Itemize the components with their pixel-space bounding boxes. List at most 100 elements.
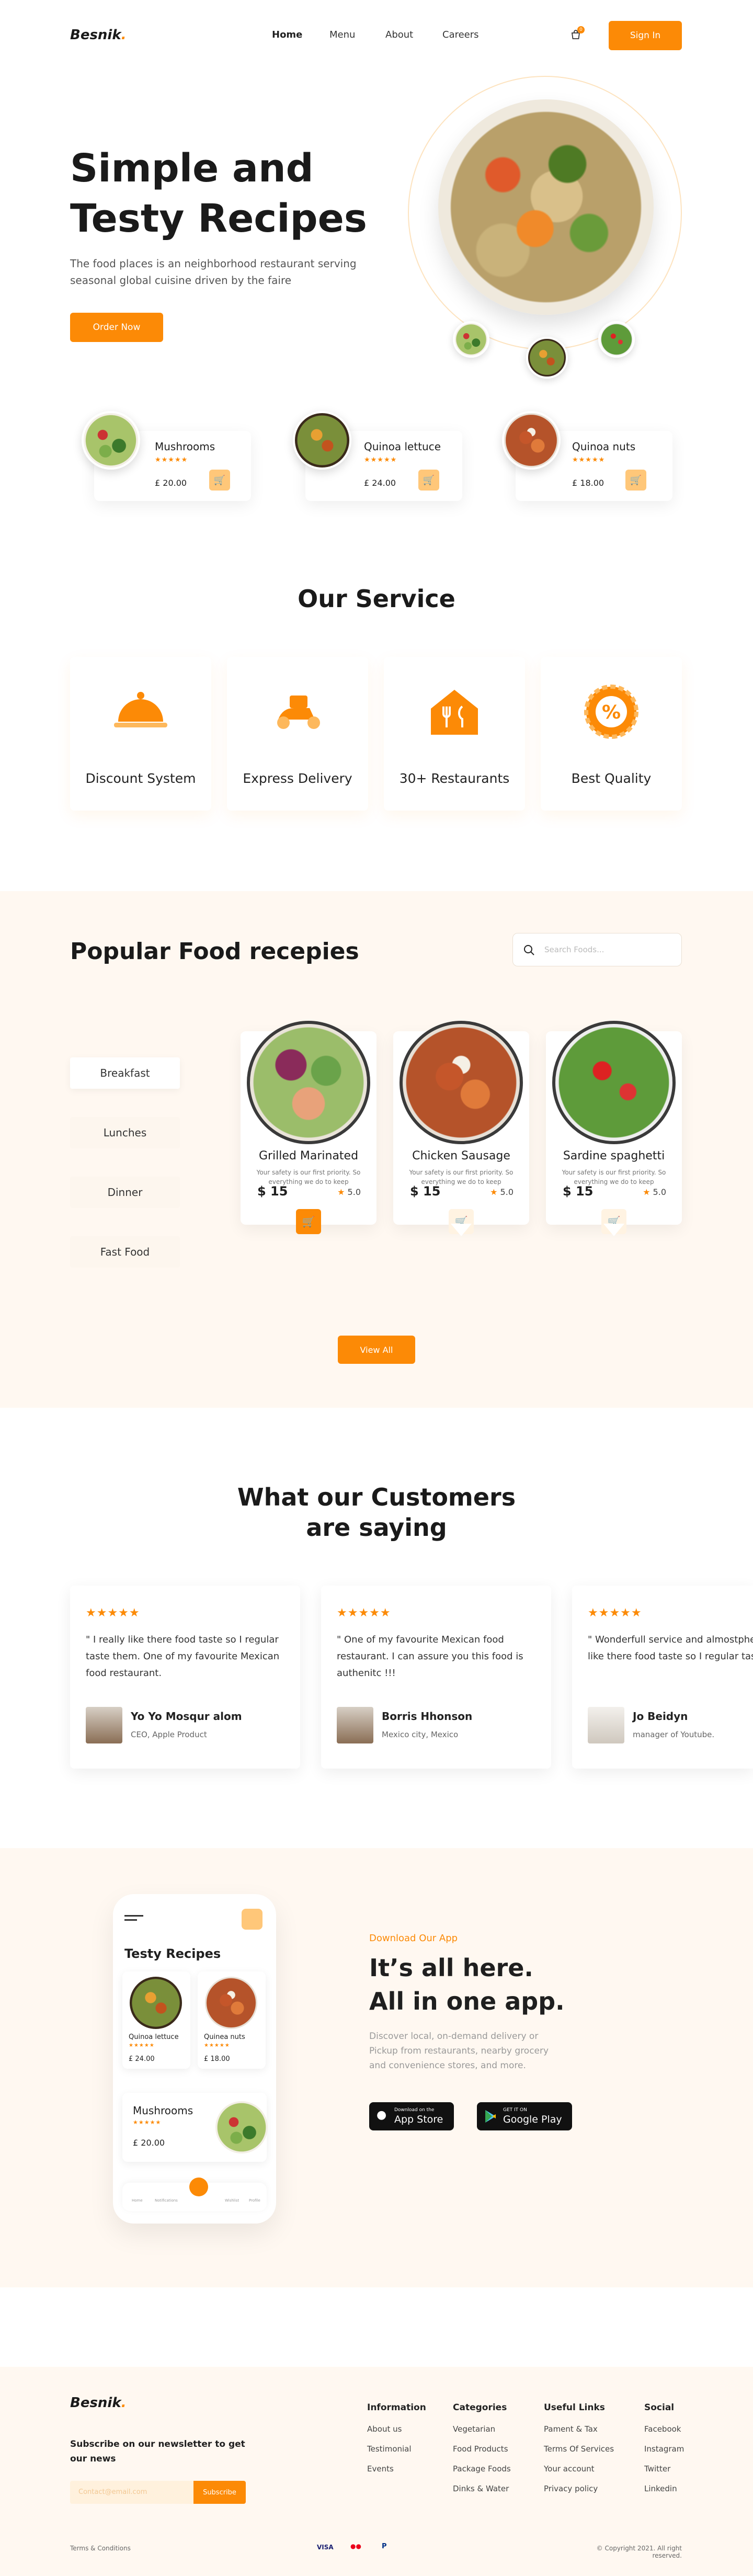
search-input[interactable]: Search Foods... [512, 933, 682, 966]
phone-title: Testy Recipes [124, 1946, 221, 1961]
footer-col-information: Information About us Testimonial Events [367, 2402, 426, 2479]
view-all-button[interactable]: View All [338, 1336, 415, 1364]
search-placeholder: Search Foods... [544, 945, 604, 954]
newsletter-line2: our news [70, 2454, 116, 2464]
footer-col-title: Useful Links [544, 2402, 605, 2413]
phone-card-name: Quinoa lettuce [129, 2033, 179, 2041]
mini-card-stars: ★★★★★ [572, 456, 606, 464]
newsletter-line1: Subscribe on our newsletter to get [70, 2439, 245, 2449]
footer-link[interactable]: Dinks & Water [453, 2479, 511, 2499]
mini-card-image [293, 411, 351, 470]
logo[interactable]: Besnik. [70, 27, 127, 43]
cart-icon[interactable]: 0 [570, 26, 585, 41]
mini-card-name: Quinoa lettuce [364, 440, 441, 453]
subscribe-button[interactable]: Subscribe [193, 2481, 246, 2504]
testimonial-card: ★★★★★ " Wonderfull service and almostphe… [572, 1586, 753, 1769]
card-pointer [451, 1224, 472, 1236]
tab-breakfast[interactable]: Breakfast [70, 1057, 180, 1089]
services-title: Our Service [298, 585, 455, 613]
nav-about[interactable]: About [385, 29, 413, 40]
food-card-rating: ★ 5.0 [643, 1187, 666, 1197]
food-card-rating: ★ 5.0 [490, 1187, 514, 1197]
food-card-price: $ 15 [410, 1184, 441, 1199]
mini-card-price: £ 24.00 [364, 478, 396, 488]
add-to-cart-button[interactable]: 🛒 [418, 470, 439, 491]
service-card-quality[interactable]: % Best Quality [541, 657, 682, 811]
footer-col-categories: Categories Vegetarian Food Products Pack… [453, 2402, 511, 2499]
footer-link[interactable]: Your account [544, 2459, 614, 2479]
tab-lunches[interactable]: Lunches [70, 1117, 180, 1148]
food-card[interactable]: Sardine spaghetti Your safety is our fir… [546, 1021, 682, 1236]
terms-link[interactable]: Terms & Conditions [70, 2545, 131, 2552]
hero-thumb-1[interactable] [453, 321, 489, 358]
footer-link[interactable]: Pament & Tax [544, 2419, 614, 2439]
footer-link[interactable]: Twitter [644, 2459, 684, 2479]
footer-link[interactable]: Terms Of Services [544, 2439, 614, 2459]
service-label: 30+ Restaurants [399, 771, 510, 786]
food-card-name: Sardine spaghetti [563, 1149, 665, 1162]
order-now-button[interactable]: Order Now [70, 313, 163, 342]
hero-title-line1: Simple and [70, 146, 314, 191]
footer-link[interactable]: Privacy policy [544, 2479, 614, 2499]
rating-stars: ★★★★★ [133, 2119, 162, 2126]
footer-link[interactable]: Food Products [453, 2439, 511, 2459]
phone-card-image [205, 1977, 257, 2029]
add-to-cart-button[interactable]: 🛒 [209, 470, 230, 491]
footer-link[interactable]: Package Foods [453, 2459, 511, 2479]
hero-thumb-3[interactable] [598, 321, 635, 358]
footer-link[interactable]: Testimonial [367, 2439, 426, 2459]
email-placeholder: Contact@email.com [78, 2488, 147, 2496]
scooter-icon [269, 683, 326, 740]
add-to-cart-button[interactable]: 🛒 [296, 1209, 321, 1234]
phone-card-name: Quinea nuts [204, 2033, 245, 2041]
footer-link[interactable]: Events [367, 2459, 426, 2479]
hero-thumb-2[interactable] [526, 337, 568, 379]
footer-link[interactable]: Linkedin [644, 2479, 684, 2499]
testimonial-role: CEO, Apple Product [131, 1730, 207, 1739]
footer-link[interactable]: Vegetarian [453, 2419, 511, 2439]
footer-col-useful-links: Useful Links Pament & Tax Terms Of Servi… [544, 2402, 614, 2499]
tab-dinner[interactable]: Dinner [70, 1177, 180, 1208]
sign-in-button[interactable]: Sign In [609, 21, 682, 50]
food-card[interactable]: Grilled Marinated Your safety is our fir… [241, 1021, 376, 1234]
food-card-price: $ 15 [563, 1184, 594, 1199]
footer-link[interactable]: About us [367, 2419, 426, 2439]
mini-card-image [502, 411, 561, 470]
newsletter-email-input[interactable]: Contact@email.com [70, 2481, 193, 2504]
google-play-button[interactable]: GET IT ON Google Play [477, 2102, 572, 2130]
app-eyebrow: Download Our App [369, 1933, 458, 1944]
testimonial-name: Borris Hhonson [382, 1710, 473, 1723]
star-icon: ★ [490, 1187, 498, 1197]
nav-home[interactable]: Home [272, 29, 302, 40]
service-card-restaurants[interactable]: 30+ Restaurants [384, 657, 525, 811]
svg-text:%: % [602, 702, 621, 723]
footer-col-title: Categories [453, 2402, 507, 2413]
nav-menu[interactable]: Menu [329, 29, 355, 40]
nav-careers[interactable]: Careers [442, 29, 479, 40]
card-pointer [603, 1224, 624, 1236]
app-title-line1: It’s all here. [369, 1954, 533, 1982]
mini-card-price: £ 20.00 [155, 478, 187, 488]
food-card[interactable]: Chicken Sausage Your safety is our first… [393, 1021, 529, 1236]
food-card-image [552, 1021, 676, 1144]
rating-stars: ★★★★★ [588, 1606, 642, 1620]
footer-logo[interactable]: Besnik. [70, 2395, 127, 2411]
app-store-small: Download on the [394, 2107, 435, 2113]
mini-card-price: £ 18.00 [572, 478, 604, 488]
testimonial-name: Jo Beidyn [633, 1710, 688, 1723]
testimonial-quote: " I really like there food taste so I re… [86, 1634, 280, 1679]
testimonial-role: Mexico city, Mexico [382, 1730, 459, 1739]
tab-fast-food[interactable]: Fast Food [70, 1236, 180, 1268]
service-card-discount[interactable]: Discount System [70, 657, 211, 811]
service-card-delivery[interactable]: Express Delivery [227, 657, 368, 811]
play-store-icon [485, 2110, 496, 2123]
cart-badge: 0 [577, 26, 585, 33]
phone-card-price: £ 18.00 [204, 2055, 230, 2063]
add-to-cart-button[interactable]: 🛒 [625, 470, 646, 491]
footer-col-title: Social [644, 2402, 675, 2413]
app-store-button[interactable]: ● Download on the App Store [369, 2102, 454, 2130]
food-card-name: Grilled Marinated [258, 1149, 359, 1162]
footer-link[interactable]: Instagram [644, 2439, 684, 2459]
footer-link[interactable]: Facebook [644, 2419, 684, 2439]
popular-title: Popular Food recepies [70, 938, 359, 965]
